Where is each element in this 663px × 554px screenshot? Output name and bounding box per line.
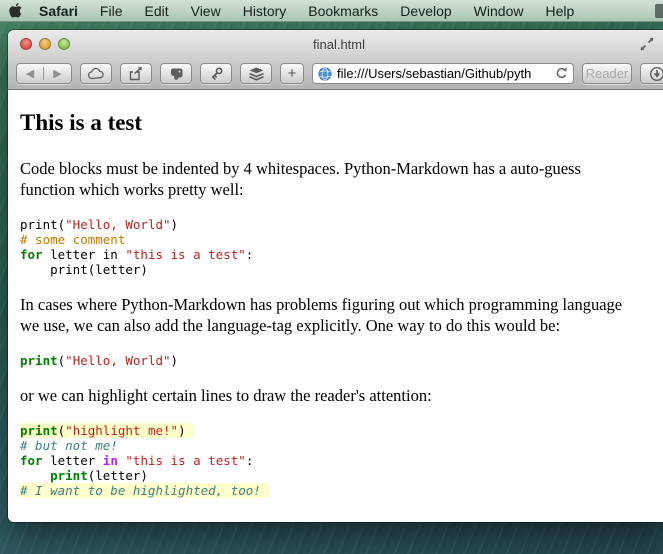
code-line: for letter in "this is a test": [20,453,654,468]
layers-extension-button[interactable] [240,63,272,84]
page-content: This is a test Code blocks must be inden… [8,90,663,522]
evernote-extension-button[interactable] [160,63,192,84]
menu-item-view[interactable]: View [180,3,232,19]
fullscreen-icon[interactable] [640,37,654,51]
back-button[interactable]: ◀ [17,67,44,80]
code-line: print("Hello, World") [20,217,654,232]
page-heading: This is a test [20,110,654,136]
code-line: for letter in "this is a test": [20,247,654,262]
paragraph-highlight: or we can highlight certain lines to dra… [20,385,638,406]
evernote-elephant-icon [169,67,184,81]
paragraph-language-tag: In cases where Python-Markdown has probl… [20,294,638,336]
window-title: final.html [313,37,365,52]
refresh-icon[interactable] [555,67,568,80]
code-line: # some comment [20,232,654,247]
layers-icon [248,67,265,81]
menu-item-help[interactable]: Help [534,3,585,19]
menu-item-develop[interactable]: Develop [389,3,462,19]
cloud-icon [87,68,105,80]
close-button[interactable] [20,38,32,50]
code-line: print("highlight me!") [20,423,654,438]
code-line: print("Hello, World") [20,353,654,368]
highlighted-line: # I want to be highlighted, too! [20,483,269,498]
code-block-autoguess: print("Hello, World")# some commentfor l… [20,217,654,277]
code-line: print(letter) [20,468,654,483]
url-field[interactable]: file:///Users/sebastian/Github/pyth [337,66,550,81]
menu-item-edit[interactable]: Edit [133,3,179,19]
menu-item-file[interactable]: File [89,3,134,19]
traffic-lights [20,38,70,50]
code-line: # but not me! [20,438,654,453]
toolbar: ◀ ▶ [8,58,663,90]
forward-button[interactable]: ▶ [44,67,71,80]
menu-item-bookmarks[interactable]: Bookmarks [297,3,389,19]
downloads-button[interactable] [640,63,663,84]
apple-icon[interactable] [0,3,30,18]
menu-item-window[interactable]: Window [463,3,535,19]
title-bar[interactable]: final.html [8,30,663,58]
nav-buttons: ◀ ▶ [16,63,72,84]
menu-item-history[interactable]: History [232,3,298,19]
safari-window: final.html ◀ ▶ [8,30,663,522]
key-icon [208,66,224,82]
code-block-highlighted: print("highlight me!")# but not me!for l… [20,423,654,498]
icloud-tabs-button[interactable] [80,63,112,84]
zoom-button[interactable] [58,38,70,50]
highlighted-line: print("highlight me!") [20,423,194,438]
code-block-explicit: print("Hello, World") [20,353,654,368]
menu-bar: Safari File Edit View History Bookmarks … [0,0,663,22]
share-button[interactable] [120,63,152,84]
new-tab-button[interactable]: + [280,63,304,84]
reader-button[interactable]: Reader [582,63,632,84]
share-icon [128,67,144,81]
code-line: # I want to be highlighted, too! [20,483,654,498]
download-icon [649,66,663,82]
menu-item-safari[interactable]: Safari [30,3,89,19]
menu-extra-icon[interactable] [655,4,663,18]
globe-favicon [318,67,332,81]
code-line: print(letter) [20,262,654,277]
address-bar[interactable]: file:///Users/sebastian/Github/pyth [312,63,574,84]
password-extension-button[interactable] [200,63,232,84]
minimize-button[interactable] [39,38,51,50]
paragraph-intro: Code blocks must be indented by 4 whites… [20,158,638,200]
